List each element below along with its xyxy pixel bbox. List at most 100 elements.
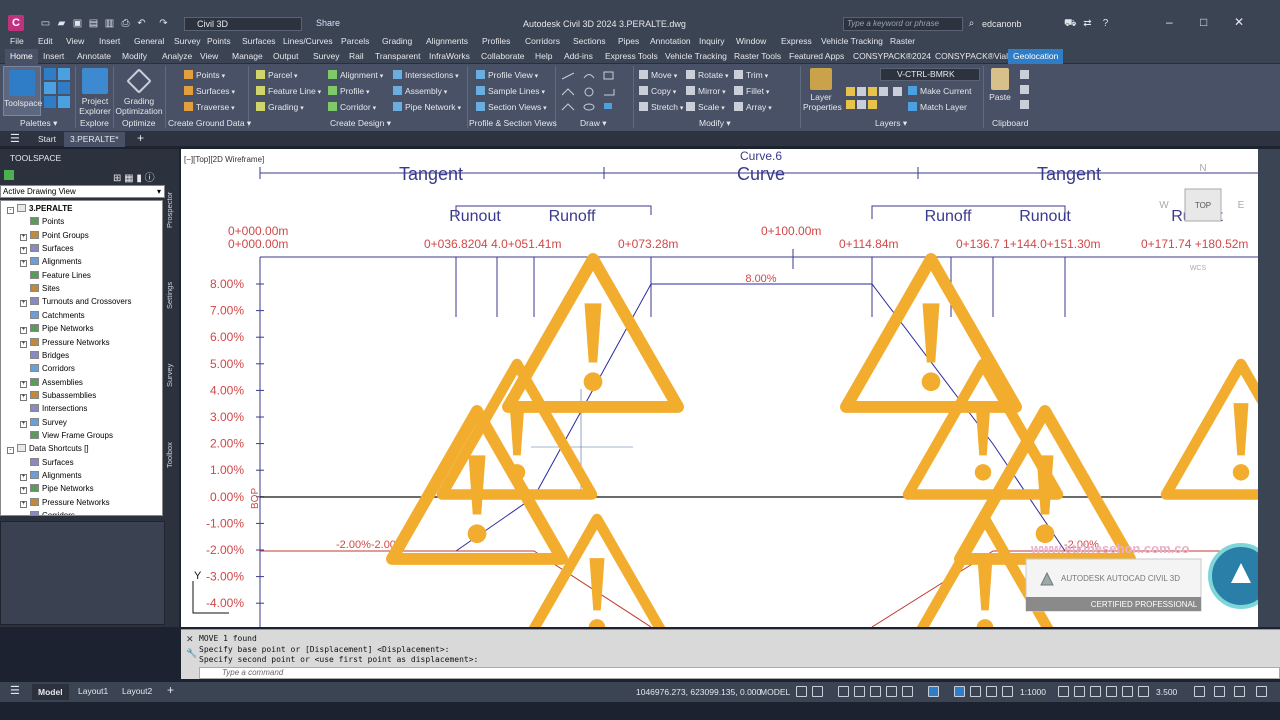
ribbon-tab-output[interactable]: Output	[273, 51, 299, 61]
ribbon-profile-button[interactable]: Profile ▾	[328, 86, 370, 96]
tree-node-intersections[interactable]: Intersections	[20, 404, 87, 413]
toolspace-tab-settings[interactable]: Settings	[165, 270, 179, 320]
print-icon[interactable]: ⎙	[120, 18, 131, 29]
search-input[interactable]: Type a keyword or phrase	[843, 17, 963, 31]
ribbon-tab-transparent[interactable]: Transparent	[375, 51, 421, 61]
navigation-toolbar[interactable]	[1258, 149, 1280, 627]
profile-drawing[interactable]: Tangent Curve Tangent Curve.6 Runout Runoff Ru…	[181, 149, 1258, 627]
share-button[interactable]: Share	[316, 18, 340, 28]
menu-surfaces[interactable]: Surfaces	[242, 36, 276, 46]
workspace-icon[interactable]	[954, 686, 965, 697]
user-account[interactable]: edcanonb	[982, 19, 1022, 29]
layer-tool-icons[interactable]	[845, 86, 905, 112]
ribbon-intersections-button[interactable]: Intersections ▾	[393, 70, 459, 80]
ribbon-surfaces-button[interactable]: Surfaces ▾	[184, 86, 235, 96]
ribbon-tab-survey[interactable]: Survey	[313, 51, 339, 61]
tree-node-surfaces[interactable]: Surfaces	[20, 457, 74, 467]
panel-palettes[interactable]: Palettes ▾	[20, 118, 57, 129]
snap-icon[interactable]	[812, 686, 823, 697]
tree-node-point-groups[interactable]: + Point Groups	[20, 230, 89, 241]
ribbon-tab-annotate[interactable]: Annotate	[77, 51, 111, 61]
ribbon-tab-insert[interactable]: Insert	[43, 51, 64, 61]
menu-survey[interactable]: Survey	[174, 36, 200, 46]
ribbon-scale-button[interactable]: Scale ▾	[686, 102, 725, 112]
toolspace-tool-icons[interactable]: ⊞ ▦ ▮ ⓘ	[113, 169, 155, 184]
tree-node-turnouts-and-crossovers[interactable]: + Turnouts and Crossovers	[20, 297, 132, 308]
grid-icon[interactable]	[796, 686, 807, 697]
isolate-icon[interactable]	[1106, 686, 1117, 697]
menu-general[interactable]: General	[134, 36, 164, 46]
help-icon[interactable]: ?	[1100, 18, 1111, 29]
new-tab-icon[interactable]: +	[137, 131, 144, 145]
search-icon[interactable]: ⌕	[966, 18, 977, 29]
expand-icon[interactable]: +	[20, 247, 27, 255]
ribbon-traverse-button[interactable]: Traverse ▾	[184, 102, 235, 112]
panel-draw[interactable]: Draw ▾	[580, 118, 606, 129]
ribbon-trim-button[interactable]: Trim ▾	[734, 70, 768, 80]
ribbon-tab-collaborate[interactable]: Collaborate	[481, 51, 524, 61]
tree-node-pipe-networks[interactable]: + Pipe Networks	[20, 324, 94, 335]
ribbon-parcel-button[interactable]: Parcel ▾	[256, 70, 298, 80]
expand-icon[interactable]: +	[20, 420, 27, 428]
grading-optimization-button[interactable]: Grading Optimization	[115, 68, 163, 116]
project-explorer-button[interactable]: Project Explorer	[78, 68, 112, 116]
drawing-viewport[interactable]: Tangent Curve Tangent Curve.6 Runout Runoff Ru…	[181, 149, 1258, 627]
ribbon-tab-raster-tools[interactable]: Raster Tools	[734, 51, 781, 61]
tree-node-corridors[interactable]: Corridors	[20, 364, 75, 373]
auto-scale-icon[interactable]	[1090, 686, 1101, 697]
tree-node-pressure-networks[interactable]: + Pressure Networks	[20, 337, 110, 348]
tree-node-alignments[interactable]: + Alignments	[20, 257, 82, 268]
panel-layers[interactable]: Layers ▾	[875, 118, 907, 129]
tree-node-sites[interactable]: Sites	[20, 284, 60, 293]
ribbon-grading-button[interactable]: Grading ▾	[256, 102, 304, 112]
panel-create-ground-data[interactable]: Create Ground Data ▾	[168, 118, 251, 129]
civil3d-app-icon[interactable]: C	[8, 15, 24, 31]
menu-profiles[interactable]: Profiles	[482, 36, 510, 46]
cart-icon[interactable]: ⛟	[1064, 18, 1077, 29]
save-icon[interactable]: ▣	[72, 18, 83, 29]
tree-node-bridges[interactable]: Bridges	[20, 350, 69, 360]
ribbon-tab-consypack-vial[interactable]: CONSYPACK®Vial	[935, 51, 1008, 61]
start-tab[interactable]: Start	[38, 134, 56, 144]
model-space-button[interactable]: MODEL	[760, 687, 790, 697]
open-web-icon[interactable]: ▥	[104, 18, 115, 29]
exchange-icon[interactable]: ⇄	[1082, 18, 1093, 29]
ribbon-tab-manage[interactable]: Manage	[232, 51, 263, 61]
ribbon-tab-rail[interactable]: Rail	[349, 51, 364, 61]
toolspace-view-icon[interactable]	[4, 170, 14, 180]
draw-tools[interactable]	[560, 70, 630, 114]
tree-node-assemblies[interactable]: + Assemblies	[20, 377, 83, 388]
active-drawing-view-select[interactable]: Active Drawing View ▾	[0, 185, 165, 198]
lineweight-value[interactable]: 3.500	[1156, 687, 1177, 697]
ribbon-copy-button[interactable]: Copy ▾	[639, 86, 676, 96]
layer-properties-button[interactable]: Layer Properties	[803, 68, 842, 112]
tree-node-survey[interactable]: + Survey	[20, 417, 67, 428]
menu-parcels[interactable]: Parcels	[341, 36, 369, 46]
ribbon-section-views-button[interactable]: Section Views ▾	[476, 102, 547, 112]
ribbon-tab-analyze[interactable]: Analyze	[162, 51, 192, 61]
annotation-visibility-icon[interactable]	[1074, 686, 1085, 697]
ortho-icon[interactable]	[838, 686, 849, 697]
new-layout-icon[interactable]: +	[167, 683, 174, 697]
match-layer-button[interactable]: Match Layer	[908, 102, 967, 112]
ribbon-tab-home[interactable]: Home	[5, 49, 38, 64]
selection-cycling-icon[interactable]	[1002, 686, 1013, 697]
menu-pipes[interactable]: Pipes	[618, 36, 639, 46]
osnap-icon[interactable]	[902, 686, 913, 697]
expand-icon[interactable]: +	[20, 487, 27, 495]
close-icon[interactable]: ✕	[1234, 15, 1244, 29]
menu-raster[interactable]: Raster	[890, 36, 915, 46]
menu-lines-curves[interactable]: Lines/Curves	[283, 36, 333, 46]
ribbon-tab-vehicle-tracking[interactable]: Vehicle Tracking	[665, 51, 727, 61]
redo-icon[interactable]: ↷	[158, 18, 169, 29]
lineweight-toggle-icon[interactable]	[970, 686, 981, 697]
panel-create-design[interactable]: Create Design ▾	[330, 118, 391, 129]
tree-node-corridors[interactable]: Corridors	[20, 511, 75, 515]
maximize-icon[interactable]: □	[1200, 15, 1207, 29]
lock-ui-icon[interactable]	[1234, 686, 1245, 697]
tree-node-catchments[interactable]: Catchments	[20, 310, 85, 320]
toolspace-tab-prospector[interactable]: Prospector	[165, 185, 179, 235]
ribbon-mirror-button[interactable]: Mirror ▾	[686, 86, 726, 96]
workspace-dropdown[interactable]: Civil 3D	[184, 17, 302, 31]
viewcube-top[interactable]: TOP	[1195, 201, 1211, 210]
